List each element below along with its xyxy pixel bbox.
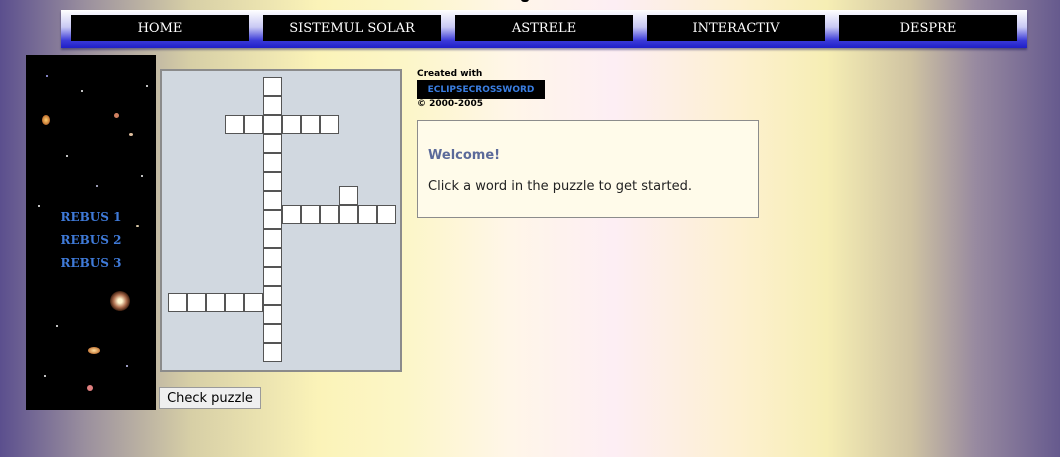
grid-cell[interactable] [282, 205, 301, 224]
credit-copyright: © 2000-2005 [417, 99, 483, 109]
grid-cell[interactable] [377, 205, 396, 224]
nav-home[interactable]: HOME [71, 15, 249, 41]
grid-cell[interactable] [263, 172, 282, 191]
grid-cell[interactable] [225, 115, 244, 134]
grid-cell[interactable] [263, 305, 282, 324]
grid-cell[interactable] [263, 77, 282, 96]
crossword-grid [160, 69, 402, 372]
nav-astrele[interactable]: ASTRELE [455, 15, 633, 41]
grid-cell[interactable] [244, 115, 263, 134]
grid-cell[interactable] [320, 205, 339, 224]
sidebar-item-rebus-3[interactable]: REBUS 3 [26, 256, 156, 270]
grid-cell[interactable] [263, 248, 282, 267]
grid-cell[interactable] [263, 210, 282, 229]
grid-cell[interactable] [225, 293, 244, 312]
grid-cell[interactable] [263, 343, 282, 362]
sidebar-item-rebus-1[interactable]: REBUS 1 [26, 210, 156, 224]
clue-panel: Welcome! Click a word in the puzzle to g… [417, 120, 759, 218]
nav-despre[interactable]: DESPRE [839, 15, 1017, 41]
header-fragment [521, 0, 529, 2]
grid-cell[interactable] [339, 186, 358, 205]
grid-cell[interactable] [263, 286, 282, 305]
grid-cell[interactable] [263, 96, 282, 115]
grid-cell[interactable] [301, 115, 320, 134]
grid-cell[interactable] [263, 229, 282, 248]
welcome-text: Click a word in the puzzle to get starte… [428, 179, 692, 194]
sidebar-item-rebus-2[interactable]: REBUS 2 [26, 233, 156, 247]
grid-cell[interactable] [282, 115, 301, 134]
check-puzzle-button[interactable]: Check puzzle [159, 387, 261, 409]
welcome-title: Welcome! [428, 148, 501, 163]
grid-cell[interactable] [206, 293, 225, 312]
grid-cell[interactable] [339, 205, 358, 224]
eclipsecrossword-logo[interactable]: ECLIPSECROSSWORD [417, 80, 545, 99]
grid-cell[interactable] [263, 134, 282, 153]
grid-cell[interactable] [187, 293, 206, 312]
credit-created-with: Created with [417, 69, 483, 79]
grid-cell[interactable] [320, 115, 339, 134]
grid-cell[interactable] [358, 205, 377, 224]
grid-cell[interactable] [168, 293, 187, 312]
sidebar: REBUS 1 REBUS 2 REBUS 3 [26, 55, 156, 410]
grid-cell[interactable] [263, 324, 282, 343]
grid-cell[interactable] [301, 205, 320, 224]
nav-sistemul-solar[interactable]: SISTEMUL SOLAR [263, 15, 441, 41]
nav-interactiv[interactable]: INTERACTIV [647, 15, 825, 41]
grid-cell[interactable] [263, 191, 282, 210]
grid-cell[interactable] [263, 153, 282, 172]
grid-cell[interactable] [263, 267, 282, 286]
grid-cell[interactable] [244, 293, 263, 312]
main-nav: HOME SISTEMUL SOLAR ASTRELE INTERACTIV D… [61, 10, 1027, 48]
grid-cell[interactable] [263, 115, 282, 134]
